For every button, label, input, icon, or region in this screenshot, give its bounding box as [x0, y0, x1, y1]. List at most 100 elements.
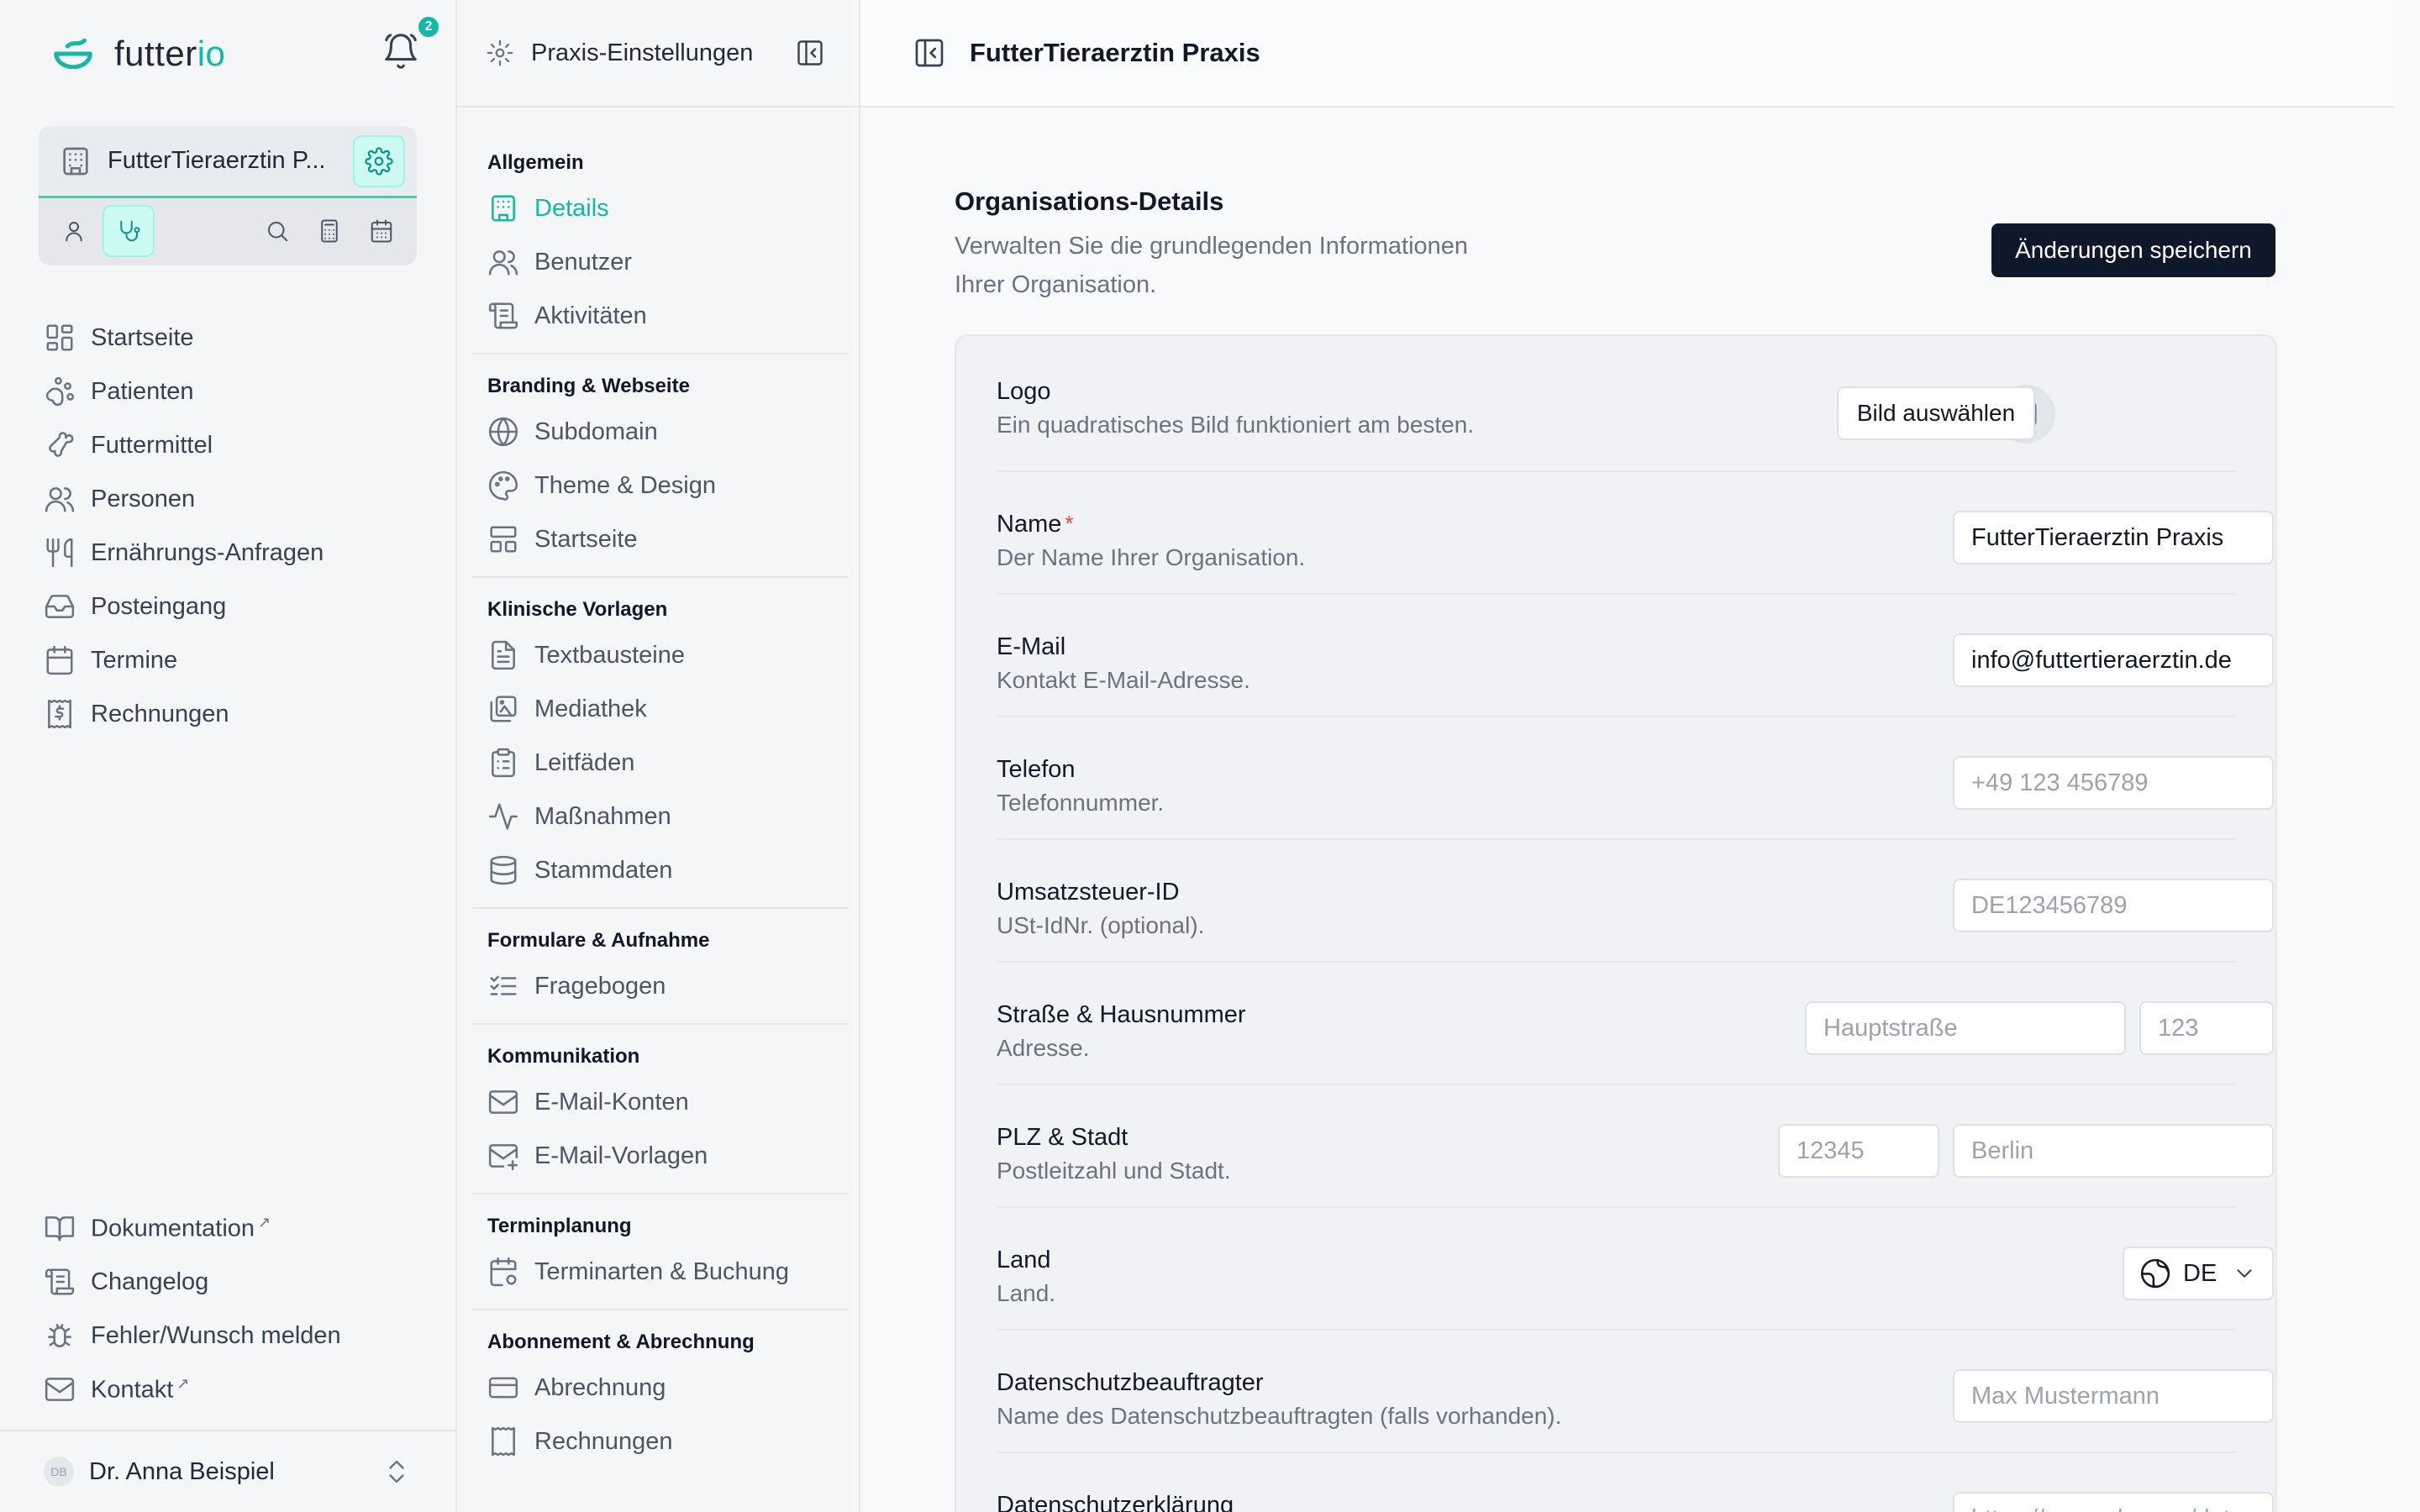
nav-item-patienten[interactable]: Patienten: [39, 365, 425, 418]
settings-item-label: Aktivitäten: [534, 302, 647, 329]
choose-image-button[interactable]: Bild auswählen: [1837, 386, 2035, 440]
settings-item-theme-design[interactable]: Theme & Design: [487, 459, 844, 512]
form-row-privacy: Datenschutzerklärung: [997, 1453, 2274, 1512]
settings-item-massnahmen[interactable]: Maßnahmen: [487, 790, 844, 843]
dpo-input[interactable]: [1953, 1369, 2274, 1423]
field-label: Name *: [997, 511, 1074, 538]
settings-item-startseite[interactable]: Startseite: [487, 512, 844, 566]
palette-icon: [487, 470, 519, 501]
dashboard-icon: [44, 322, 76, 354]
required-marker: *: [1065, 511, 1074, 536]
main-header: FutterTieraerztin Praxis: [860, 0, 2395, 108]
phone-input[interactable]: [1953, 756, 2274, 810]
users-icon: [44, 483, 76, 515]
country-select[interactable]: DE: [2123, 1247, 2274, 1300]
settings-item-subdomain[interactable]: Subdomain: [487, 405, 844, 459]
field-label: Umsatzsteuer-ID: [997, 879, 1180, 906]
nav-item-dokumentation[interactable]: Dokumentation ↗: [39, 1201, 425, 1255]
settings-item-email-konten[interactable]: E-Mail-Konten: [487, 1075, 844, 1129]
field-description: Kontakt E-Mail-Adresse.: [997, 667, 1250, 693]
settings-section-title: Kommunikation: [487, 1045, 640, 1068]
settings-item-rechnungen[interactable]: Rechnungen: [487, 1415, 844, 1468]
organization-switcher: FutterTieraerztin P...: [39, 126, 417, 265]
nav-item-label: Dokumentation ↗: [91, 1213, 271, 1242]
house-number-input[interactable]: [2139, 1001, 2274, 1055]
divider: [472, 1193, 849, 1194]
street-input[interactable]: [1805, 1001, 2126, 1055]
settings-item-email-vorlagen[interactable]: E-Mail-Vorlagen: [487, 1129, 844, 1183]
settings-section-title: Formulare & Aufnahme: [487, 929, 710, 952]
nav-item-label: Changelog: [91, 1268, 209, 1295]
search-icon[interactable]: [260, 214, 294, 248]
form-row-city: PLZ & Stadt Postleitzahl und Stadt.: [997, 1085, 2274, 1208]
receipt-icon: [44, 698, 76, 730]
settings-sidebar: Praxis-Einstellungen Allgemein Details B…: [457, 0, 860, 1512]
nav-item-rechnungen[interactable]: Rechnungen: [39, 687, 425, 741]
settings-item-mediathek[interactable]: Mediathek: [487, 682, 844, 736]
nav-item-changelog[interactable]: Changelog: [39, 1255, 425, 1309]
settings-item-label: Rechnungen: [534, 1427, 673, 1455]
nav-item-label: Rechnungen: [91, 700, 229, 727]
nav-item-fehler-melden[interactable]: Fehler/Wunsch melden: [39, 1309, 425, 1362]
user-menu[interactable]: DB Dr. Anna Beispiel: [0, 1430, 455, 1512]
calendar-icon: [44, 644, 76, 676]
save-changes-button[interactable]: Änderungen speichern: [1991, 223, 2275, 277]
settings-item-fragebogen[interactable]: Fragebogen: [487, 959, 844, 1013]
building-icon: [59, 144, 92, 178]
stethoscope-icon[interactable]: [103, 204, 155, 257]
nav-item-label: Personen: [91, 485, 196, 512]
settings-item-aktivitaeten[interactable]: Aktivitäten: [487, 289, 844, 343]
nav-item-ernaehrungs-anfragen[interactable]: Ernährungs-Anfragen: [39, 526, 425, 580]
nav-item-termine[interactable]: Termine: [39, 633, 425, 687]
settings-item-label: Theme & Design: [534, 471, 716, 499]
form-row-vat: Umsatzsteuer-ID USt-IdNr. (optional).: [997, 840, 2274, 963]
calendar-grid-icon[interactable]: [365, 214, 398, 248]
email-input[interactable]: [1953, 633, 2274, 687]
settings-item-leitfaeden[interactable]: Leitfäden: [487, 736, 844, 790]
nav-item-posteingang[interactable]: Posteingang: [39, 580, 425, 633]
avatar: DB: [44, 1457, 74, 1487]
field-label: Land: [997, 1247, 1051, 1273]
city-input[interactable]: [1953, 1124, 2274, 1178]
settings-section-title: Allgemein: [487, 151, 584, 174]
user-icon[interactable]: [57, 214, 91, 248]
settings-item-details[interactable]: Details: [487, 181, 844, 235]
brand[interactable]: futterio: [50, 30, 225, 77]
nav-item-startseite[interactable]: Startseite: [39, 311, 425, 365]
panel-left-close-icon[interactable]: [913, 36, 946, 70]
settings-item-label: Terminarten & Buchung: [534, 1257, 790, 1285]
settings-item-benutzer[interactable]: Benutzer: [487, 235, 844, 289]
calculator-icon[interactable]: [313, 214, 346, 248]
settings-section-title: Terminplanung: [487, 1215, 632, 1237]
panel-collapse-icon[interactable]: [795, 38, 825, 68]
bone-icon: [44, 429, 76, 461]
name-input[interactable]: [1953, 511, 2274, 564]
nav-item-futtermittel[interactable]: Futtermittel: [39, 418, 425, 472]
country-value: DE: [2183, 1259, 2217, 1287]
divider: [472, 353, 849, 354]
nav-item-kontakt[interactable]: Kontakt ↗: [39, 1362, 425, 1416]
activity-icon: [487, 801, 519, 832]
vat-id-input[interactable]: [1953, 879, 2274, 932]
form-row-country: Land Land. DE: [997, 1208, 2274, 1331]
form-row-logo: Logo Ein quadratisches Bild funktioniert…: [997, 336, 2237, 472]
field-description: USt-IdNr. (optional).: [997, 912, 1205, 938]
settings-item-stammdaten[interactable]: Stammdaten: [487, 843, 844, 897]
privacy-url-input[interactable]: [1953, 1492, 2274, 1512]
settings-item-terminarten[interactable]: Terminarten & Buchung: [487, 1245, 844, 1299]
field-label: Datenschutzerklärung: [997, 1492, 1234, 1512]
settings-item-abrechnung[interactable]: Abrechnung: [487, 1361, 844, 1415]
brand-name: futterio: [114, 34, 226, 73]
field-description: Ein quadratisches Bild funktioniert am b…: [997, 412, 1475, 438]
settings-section-title: Klinische Vorlagen: [487, 598, 668, 621]
zip-input[interactable]: [1778, 1124, 1939, 1178]
organization-header[interactable]: FutterTieraerztin P...: [39, 126, 417, 198]
settings-item-label: Fragebogen: [534, 972, 666, 1000]
notifications-bell-icon[interactable]: [381, 32, 420, 71]
organization-settings-gear-icon[interactable]: [353, 134, 405, 187]
settings-item-label: Subdomain: [534, 417, 658, 445]
receipt-icon: [487, 1425, 519, 1457]
settings-item-textbausteine[interactable]: Textbausteine: [487, 628, 844, 682]
field-label: PLZ & Stadt: [997, 1124, 1128, 1151]
nav-item-personen[interactable]: Personen: [39, 472, 425, 526]
